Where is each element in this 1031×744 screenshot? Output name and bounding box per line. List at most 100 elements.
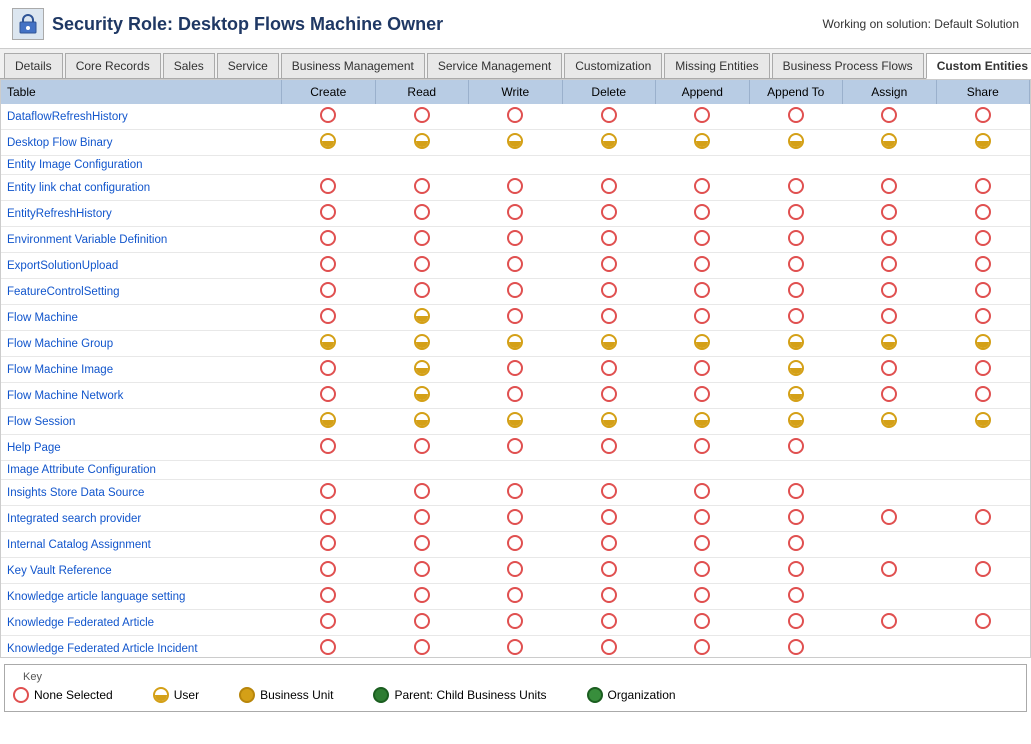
row-share — [936, 480, 1030, 506]
row-create — [282, 636, 376, 659]
row-delete — [562, 175, 656, 201]
row-entity-name[interactable]: Knowledge Federated Article Incident — [1, 636, 282, 659]
row-create — [282, 175, 376, 201]
permissions-table-container[interactable]: TableCreateReadWriteDeleteAppendAppend T… — [0, 79, 1031, 658]
row-delete — [562, 480, 656, 506]
row-write — [469, 506, 563, 532]
row-create — [282, 357, 376, 383]
row-entity-name[interactable]: ExportSolutionUpload — [1, 253, 282, 279]
row-assign — [843, 201, 937, 227]
row-assign — [843, 253, 937, 279]
table-row: Image Attribute Configuration — [1, 461, 1030, 480]
row-append — [656, 383, 750, 409]
row-create — [282, 130, 376, 156]
row-create — [282, 532, 376, 558]
row-entity-name[interactable]: Knowledge article language setting — [1, 584, 282, 610]
table-row: EntityRefreshHistory — [1, 201, 1030, 227]
row-share — [936, 279, 1030, 305]
col-header-table: Table — [1, 80, 282, 104]
row-entity-name[interactable]: Image Attribute Configuration — [1, 461, 282, 480]
row-entity-name[interactable]: Insights Store Data Source — [1, 480, 282, 506]
key-item-label: Parent: Child Business Units — [394, 688, 546, 702]
tab-core-records[interactable]: Core Records — [65, 53, 161, 78]
row-entity-name[interactable]: Integrated search provider — [1, 506, 282, 532]
row-appendTo — [749, 253, 843, 279]
row-appendTo — [749, 130, 843, 156]
row-append — [656, 357, 750, 383]
col-header-assign: Assign — [843, 80, 937, 104]
row-read — [375, 532, 469, 558]
row-entity-name[interactable]: Flow Session — [1, 409, 282, 435]
row-share — [936, 305, 1030, 331]
row-share — [936, 435, 1030, 461]
row-appendTo — [749, 104, 843, 130]
row-share — [936, 461, 1030, 480]
row-entity-name[interactable]: Help Page — [1, 435, 282, 461]
key-item-label: Business Unit — [260, 688, 333, 702]
row-delete — [562, 584, 656, 610]
row-appendTo — [749, 610, 843, 636]
row-read — [375, 409, 469, 435]
row-delete — [562, 435, 656, 461]
table-row: Knowledge article language setting — [1, 584, 1030, 610]
row-entity-name[interactable]: DataflowRefreshHistory — [1, 104, 282, 130]
col-header-create: Create — [282, 80, 376, 104]
col-header-share: Share — [936, 80, 1030, 104]
row-write — [469, 461, 563, 480]
tab-business-process-flows[interactable]: Business Process Flows — [772, 53, 924, 78]
row-entity-name[interactable]: Key Vault Reference — [1, 558, 282, 584]
row-entity-name[interactable]: Knowledge Federated Article — [1, 610, 282, 636]
row-create — [282, 156, 376, 175]
row-share — [936, 253, 1030, 279]
row-entity-name[interactable]: Flow Machine — [1, 305, 282, 331]
row-delete — [562, 227, 656, 253]
tab-service[interactable]: Service — [217, 53, 279, 78]
row-write — [469, 305, 563, 331]
row-entity-name[interactable]: Flow Machine Network — [1, 383, 282, 409]
row-entity-name[interactable]: Desktop Flow Binary — [1, 130, 282, 156]
row-write — [469, 480, 563, 506]
security-role-icon — [12, 8, 44, 40]
row-create — [282, 435, 376, 461]
row-read — [375, 357, 469, 383]
row-appendTo — [749, 383, 843, 409]
row-assign — [843, 480, 937, 506]
row-assign — [843, 532, 937, 558]
row-entity-name[interactable]: Entity link chat configuration — [1, 175, 282, 201]
key-item-label: Organization — [608, 688, 676, 702]
row-read — [375, 331, 469, 357]
row-append — [656, 558, 750, 584]
row-entity-name[interactable]: Environment Variable Definition — [1, 227, 282, 253]
row-create — [282, 253, 376, 279]
tab-sales[interactable]: Sales — [163, 53, 215, 78]
row-assign — [843, 506, 937, 532]
row-create — [282, 584, 376, 610]
tab-missing-entities[interactable]: Missing Entities — [664, 53, 769, 78]
row-create — [282, 279, 376, 305]
working-on-label: Working on solution: Default Solution — [822, 17, 1019, 31]
row-appendTo — [749, 461, 843, 480]
tab-custom-entities[interactable]: Custom Entities — [926, 53, 1031, 79]
tab-details[interactable]: Details — [4, 53, 63, 78]
row-read — [375, 227, 469, 253]
row-read — [375, 104, 469, 130]
tab-customization[interactable]: Customization — [564, 53, 662, 78]
row-appendTo — [749, 357, 843, 383]
row-share — [936, 104, 1030, 130]
row-entity-name[interactable]: FeatureControlSetting — [1, 279, 282, 305]
row-read — [375, 480, 469, 506]
row-delete — [562, 532, 656, 558]
row-create — [282, 610, 376, 636]
row-appendTo — [749, 156, 843, 175]
tab-service-management[interactable]: Service Management — [427, 53, 562, 78]
row-entity-name[interactable]: Entity Image Configuration — [1, 156, 282, 175]
row-assign — [843, 461, 937, 480]
row-write — [469, 357, 563, 383]
row-entity-name[interactable]: EntityRefreshHistory — [1, 201, 282, 227]
tab-business-management[interactable]: Business Management — [281, 53, 425, 78]
row-delete — [562, 279, 656, 305]
row-assign — [843, 435, 937, 461]
row-entity-name[interactable]: Flow Machine Group — [1, 331, 282, 357]
row-entity-name[interactable]: Internal Catalog Assignment — [1, 532, 282, 558]
row-entity-name[interactable]: Flow Machine Image — [1, 357, 282, 383]
